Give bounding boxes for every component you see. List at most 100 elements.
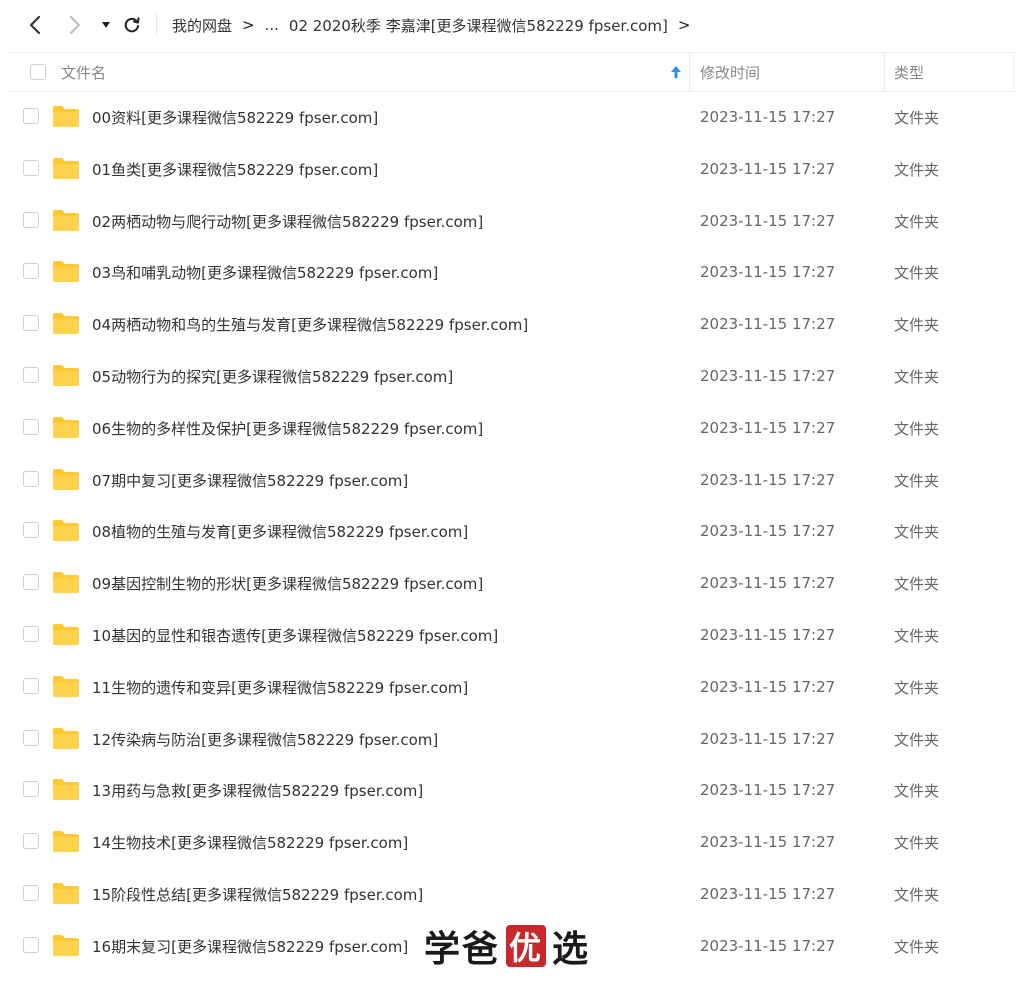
watermark-seal: 优 [506,925,547,967]
file-type: 文件夹 [894,522,940,541]
row-checkbox[interactable] [23,471,39,487]
file-type: 文件夹 [894,315,940,334]
file-name[interactable]: 05动物行为的探究[更多课程微信582229 fpser.com] [92,350,453,402]
table-row[interactable]: 15阶段性总结[更多课程微信582229 fpser.com] 2023-11-1… [7,868,1017,920]
folder-icon [53,469,79,490]
forward-button[interactable] [64,14,86,36]
table-row[interactable]: 08植物的生殖与发育[更多课程微信582229 fpser.com] 2023-1… [7,505,1017,557]
modified-time: 2023-11-15 17:27 [700,263,836,281]
file-type: 文件夹 [894,574,940,593]
row-checkbox[interactable] [23,626,39,642]
file-name[interactable]: 02两栖动物与爬行动物[更多课程微信582229 fpser.com] [92,195,483,247]
table-row[interactable]: 06生物的多样性及保护[更多课程微信582229 fpser.com] 2023-… [7,402,1017,454]
column-name[interactable]: 文件名 [61,53,106,91]
breadcrumb-current[interactable]: 02 2020秋季 李嘉津[更多课程微信582229 fpser.com] [289,15,668,36]
table-row[interactable]: 05动物行为的探究[更多课程微信582229 fpser.com] 2023-11… [7,350,1017,402]
file-type: 文件夹 [894,626,940,645]
folder-icon [53,210,79,231]
column-divider [1013,53,1014,91]
table-row[interactable]: 07期中复习[更多课程微信582229 fpser.com] 2023-11-15… [7,454,1017,506]
row-checkbox[interactable] [23,937,39,953]
row-checkbox[interactable] [23,108,39,124]
table-row[interactable]: 10基因的显性和银杏遗传[更多课程微信582229 fpser.com] 2023… [7,609,1017,661]
column-divider [689,53,690,91]
modified-time: 2023-11-15 17:27 [700,471,836,489]
table-row[interactable]: 12传染病与防治[更多课程微信582229 fpser.com] 2023-11-… [7,713,1017,765]
column-header: 文件名 修改时间 类型 [7,52,1017,92]
file-name[interactable]: 08植物的生殖与发育[更多课程微信582229 fpser.com] [92,505,468,557]
file-type: 文件夹 [894,263,940,282]
file-name[interactable]: 03鸟和哺乳动物[更多课程微信582229 fpser.com] [92,246,438,298]
back-button[interactable] [24,14,46,36]
file-name[interactable]: 01鱼类[更多课程微信582229 fpser.com] [92,143,378,195]
breadcrumb-root[interactable]: 我的网盘 [172,15,232,36]
file-type: 文件夹 [894,678,940,697]
row-checkbox[interactable] [23,315,39,331]
folder-icon [53,365,79,386]
row-checkbox[interactable] [23,730,39,746]
file-type: 文件夹 [894,833,940,852]
select-all-checkbox[interactable] [30,53,46,91]
row-checkbox[interactable] [23,419,39,435]
file-name[interactable]: 00资料[更多课程微信582229 fpser.com] [92,91,378,143]
modified-time: 2023-11-15 17:27 [700,730,836,748]
modified-time: 2023-11-15 17:27 [700,315,836,333]
breadcrumb-separator: > [242,16,255,34]
file-name[interactable]: 10基因的显性和银杏遗传[更多课程微信582229 fpser.com] [92,609,498,661]
checkbox[interactable] [30,64,46,80]
refresh-button[interactable] [121,14,143,36]
table-row[interactable]: 11生物的遗传和变异[更多课程微信582229 fpser.com] 2023-1… [7,661,1017,713]
watermark-text: 选 [552,928,591,970]
table-row[interactable]: 14生物技术[更多课程微信582229 fpser.com] 2023-11-15… [7,816,1017,868]
table-row[interactable]: 03鸟和哺乳动物[更多课程微信582229 fpser.com] 2023-11-… [7,246,1017,298]
file-name[interactable]: 11生物的遗传和变异[更多课程微信582229 fpser.com] [92,661,468,713]
arrow-up-icon[interactable] [670,64,682,80]
column-divider [884,53,885,91]
row-checkbox[interactable] [23,212,39,228]
table-row[interactable]: 00资料[更多课程微信582229 fpser.com] 2023-11-15 1… [7,91,1017,143]
row-checkbox[interactable] [23,781,39,797]
column-modified[interactable]: 修改时间 [700,53,760,91]
caret-down-icon [102,22,110,28]
file-name[interactable]: 09基因控制生物的形状[更多课程微信582229 fpser.com] [92,557,483,609]
file-name[interactable]: 16期末复习[更多课程微信582229 fpser.com] [92,920,408,972]
folder-icon [53,676,79,697]
file-type: 文件夹 [894,160,940,179]
modified-time: 2023-11-15 17:27 [700,108,836,126]
watermark-logo: 学爸 优 选 [424,922,590,970]
table-row[interactable]: 04两栖动物和鸟的生殖与发育[更多课程微信582229 fpser.com] 20… [7,298,1017,350]
column-type[interactable]: 类型 [894,53,924,91]
file-name[interactable]: 06生物的多样性及保护[更多课程微信582229 fpser.com] [92,402,483,454]
modified-time: 2023-11-15 17:27 [700,781,836,799]
table-row[interactable]: 01鱼类[更多课程微信582229 fpser.com] 2023-11-15 1… [7,143,1017,195]
file-type: 文件夹 [894,471,940,490]
table-row[interactable]: 09基因控制生物的形状[更多课程微信582229 fpser.com] 2023-… [7,557,1017,609]
file-name[interactable]: 07期中复习[更多课程微信582229 fpser.com] [92,454,408,506]
file-name[interactable]: 04两栖动物和鸟的生殖与发育[更多课程微信582229 fpser.com] [92,298,528,350]
chevron-right-icon [69,15,81,35]
row-checkbox[interactable] [23,885,39,901]
table-row[interactable]: 13用药与急救[更多课程微信582229 fpser.com] 2023-11-1… [7,764,1017,816]
row-checkbox[interactable] [23,574,39,590]
row-checkbox[interactable] [23,367,39,383]
file-name[interactable]: 14生物技术[更多课程微信582229 fpser.com] [92,816,408,868]
breadcrumb-ellipsis[interactable]: ... [265,16,279,34]
table-row[interactable]: 02两栖动物与爬行动物[更多课程微信582229 fpser.com] 2023-… [7,195,1017,247]
folder-icon [53,520,79,541]
file-type: 文件夹 [894,212,940,231]
row-checkbox[interactable] [23,833,39,849]
row-checkbox[interactable] [23,263,39,279]
row-checkbox[interactable] [23,160,39,176]
modified-time: 2023-11-15 17:27 [700,367,836,385]
file-name[interactable]: 12传染病与防治[更多课程微信582229 fpser.com] [92,713,438,765]
modified-time: 2023-11-15 17:27 [700,212,836,230]
history-dropdown-button[interactable] [95,14,117,36]
file-name[interactable]: 13用药与急救[更多课程微信582229 fpser.com] [92,764,423,816]
folder-icon [53,779,79,800]
row-checkbox[interactable] [23,678,39,694]
chevron-left-icon [29,15,41,35]
row-checkbox[interactable] [23,522,39,538]
breadcrumb-separator: > [677,16,691,34]
file-type: 文件夹 [894,419,940,438]
file-name[interactable]: 15阶段性总结[更多课程微信582229 fpser.com] [92,868,423,920]
